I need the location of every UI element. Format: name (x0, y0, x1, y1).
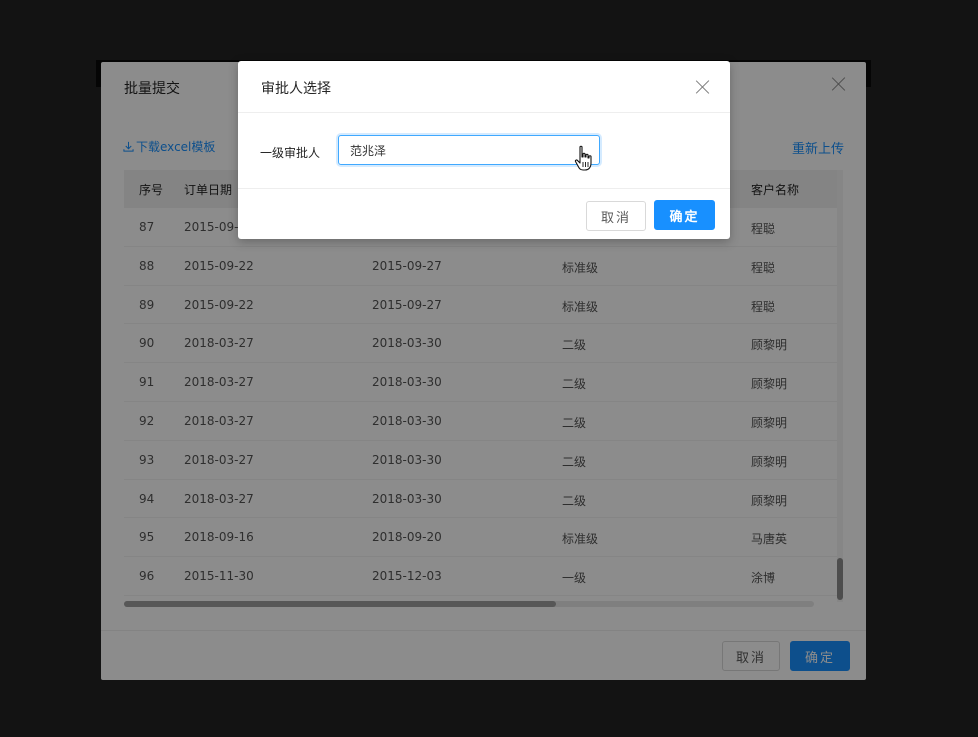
approver-select-dialog: 审批人选择 一级审批人 取消 确定 (238, 61, 730, 239)
approver-dialog-title: 审批人选择 (261, 81, 331, 97)
approver-dialog-header: 审批人选择 (238, 61, 730, 113)
approver-cancel-button[interactable]: 取消 (586, 201, 646, 231)
approver-dialog-footer: 取消 确定 (238, 188, 730, 239)
approver-ok-button[interactable]: 确定 (654, 200, 715, 230)
first-level-approver-input[interactable] (338, 135, 600, 165)
approver-dialog-close-icon[interactable] (696, 80, 710, 94)
hand-pointer-icon (574, 145, 592, 171)
first-level-approver-label: 一级审批人 (260, 146, 321, 160)
